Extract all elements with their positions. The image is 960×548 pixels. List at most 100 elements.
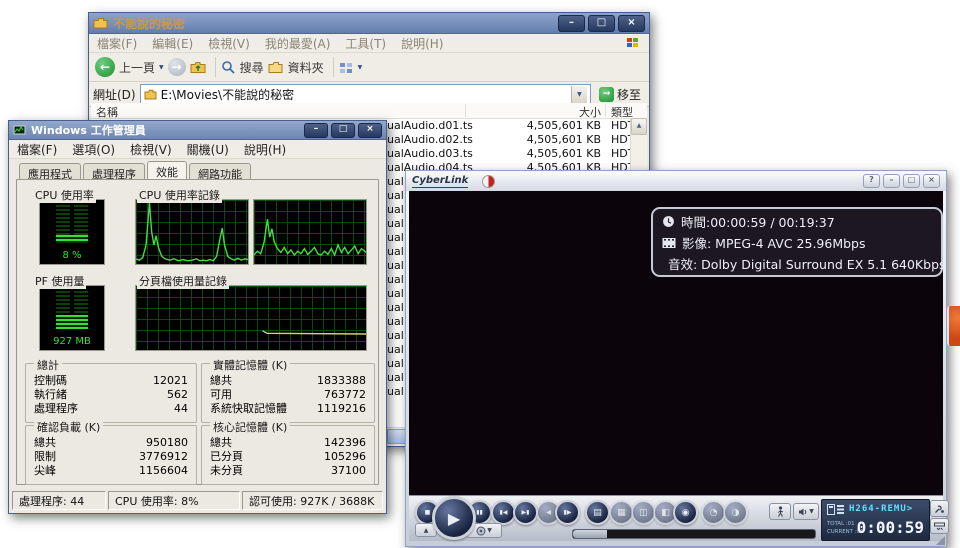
menu-item[interactable]: 關機(U) [187, 141, 229, 158]
views-dropdown-icon[interactable]: ▼ [358, 64, 363, 71]
osd-time-text: 時間:00:00:59 / 00:19:37 [681, 212, 835, 231]
forward-button[interactable]: → [168, 58, 186, 76]
status-cell[interactable]: 處理程序: 44 [12, 491, 106, 510]
maximize-button[interactable]: □ [588, 15, 615, 32]
folders-icon[interactable] [268, 61, 284, 74]
taskmgr-titlebar[interactable]: Windows 工作管理員 – □ × [9, 121, 386, 140]
status-cell[interactable]: CPU 使用率: 8% [108, 491, 240, 510]
column-divider[interactable] [605, 104, 606, 117]
views-icon[interactable] [339, 61, 354, 74]
column-headers: 名稱 大小 類型 [91, 103, 647, 119]
menu-item[interactable]: 工具(T) [345, 35, 386, 52]
totals-group: 總計 控制碼12021執行緒562處理程序44 [25, 363, 197, 423]
maximize-button[interactable]: □ [903, 174, 920, 188]
menu-item[interactable]: 說明(H) [244, 141, 286, 158]
close-button[interactable]: × [923, 174, 940, 188]
stat-value: 562 [167, 388, 188, 402]
video-area[interactable]: 時間:00:00:59 / 00:19:37 影像: MPEG-4 AVC 25… [409, 191, 943, 496]
menu-item[interactable]: 檢視(V) [208, 35, 250, 52]
minimize-button[interactable]: – [558, 15, 585, 32]
menu-item[interactable]: 選項(O) [72, 141, 115, 158]
stat-label: 尖峰 [34, 464, 56, 478]
pf-gauge-value: 927 MB [40, 336, 104, 347]
close-button[interactable]: × [618, 15, 645, 32]
menu-item[interactable]: 說明(H) [401, 35, 443, 52]
menu-item[interactable]: 檢視(V) [130, 141, 172, 158]
stat-label: 可用 [210, 388, 232, 402]
group-title: 確認負載 (K) [34, 419, 103, 435]
folders-label[interactable]: 資料夾 [288, 59, 324, 76]
clock-icon [662, 215, 675, 228]
address-label: 網址(D) [93, 86, 136, 103]
pf-history-label: 分頁檔使用量記錄 [137, 273, 229, 289]
cpu-history-graph-1 [135, 199, 249, 265]
folder-icon [144, 89, 157, 100]
back-dropdown-icon[interactable]: ▼ [159, 64, 164, 71]
menu-item[interactable]: 編輯(E) [152, 35, 193, 52]
powerdvd-window: CyberLink ? – □ × 時間:00:00:59 / 00:19:37… [405, 170, 947, 547]
configuration-button[interactable] [930, 500, 949, 517]
help-button[interactable]: ? [863, 174, 880, 188]
menu-item[interactable]: 檔案(F) [17, 141, 57, 158]
group-rows: 總共1833388可用763772系統快取記憶體1119216 [210, 374, 366, 416]
commit-charge-group: 確認負載 (K) 總共950180限制3776912尖峰1156604 [25, 425, 197, 485]
lcd-display: H264-REMU> TOTAL :01 CURRENT :01 0:00:59 [821, 499, 930, 541]
column-name[interactable]: 名稱 [96, 104, 118, 120]
search-label[interactable]: 搜尋 [240, 59, 264, 76]
address-value: E:\Movies\不能說的秘密 [161, 86, 571, 103]
resize-grip[interactable] [936, 536, 945, 545]
back-button[interactable]: ← [95, 57, 115, 77]
address-input[interactable]: E:\Movies\不能說的秘密 ▼ [140, 84, 591, 105]
address-dropdown-button[interactable]: ▼ [571, 86, 587, 103]
snapshot-button[interactable]: ◉ [673, 500, 698, 525]
column-divider[interactable] [465, 104, 466, 117]
shuffle-button[interactable]: ◑ [723, 500, 748, 525]
file-info-icon [827, 504, 845, 515]
play-button[interactable]: ▶ [432, 496, 476, 540]
go-label: 移至 [617, 86, 641, 103]
maximize-button[interactable]: □ [331, 123, 355, 138]
back-label[interactable]: 上一頁 [119, 59, 155, 76]
close-button[interactable]: × [358, 123, 382, 138]
stat-value: 105296 [324, 450, 366, 464]
menu-item[interactable]: 我的最愛(A) [265, 35, 331, 52]
stat-value: 44 [174, 402, 188, 416]
go-button[interactable]: → 移至 [595, 86, 645, 103]
mobility-mode-button[interactable] [769, 503, 791, 520]
player-titlebar[interactable]: CyberLink ? – □ × [406, 171, 946, 191]
film-icon [662, 237, 676, 249]
search-icon[interactable] [221, 60, 236, 75]
up-folder-icon[interactable] [190, 60, 206, 74]
powerdvd-logo-icon [482, 175, 495, 188]
person-icon [776, 506, 785, 517]
minimize-button[interactable]: – [883, 174, 900, 188]
group-title: 總計 [34, 357, 62, 373]
explorer-titlebar[interactable]: 不能說的秘密 – □ × [89, 13, 649, 34]
task-manager-icon [13, 125, 26, 136]
status-cell[interactable]: 認可使用: 927K / 3688K [242, 491, 383, 510]
led-lit-segment [56, 315, 88, 329]
cpu-usage-gauge: 8 % [39, 199, 105, 265]
physical-memory-group: 實體記憶體 (K) 總共1833388可用763772系統快取記憶體111921… [201, 363, 375, 423]
pagefile-trace [136, 286, 366, 350]
seek-progress [573, 530, 607, 538]
group-rows: 總共142396已分頁105296未分頁37100 [210, 436, 366, 478]
pf-usage-gauge: 927 MB [39, 285, 105, 351]
menu-item[interactable]: 檔案(F) [97, 35, 137, 52]
minimize-button[interactable]: – [304, 123, 328, 138]
step-forward-button[interactable]: ▮▶ [555, 500, 580, 525]
lcd-marquee: H264-REMU> [849, 504, 913, 514]
scroll-up-button[interactable]: ▲ [631, 118, 647, 135]
column-size[interactable]: 大小 [471, 104, 601, 120]
taskmgr-statusbar: 處理程序: 44CPU 使用率: 8%認可使用: 927K / 3688K [12, 491, 383, 510]
seek-bar[interactable] [572, 529, 816, 539]
volume-button[interactable]: ▼ [793, 503, 819, 520]
menu-button[interactable]: ▤ [585, 500, 610, 525]
stat-label: 已分頁 [210, 450, 243, 464]
stat-value: 1833388 [317, 374, 366, 388]
desktop-icon-fragment[interactable] [947, 306, 960, 346]
taskmgr-menubar: 檔案(F) 選項(O) 檢視(V) 關機(U) 說明(H) [9, 140, 386, 159]
stat-row: 限制3776912 [34, 450, 188, 464]
next-button[interactable]: ▶▮ [513, 500, 538, 525]
panel-mode-button[interactable] [930, 518, 949, 534]
